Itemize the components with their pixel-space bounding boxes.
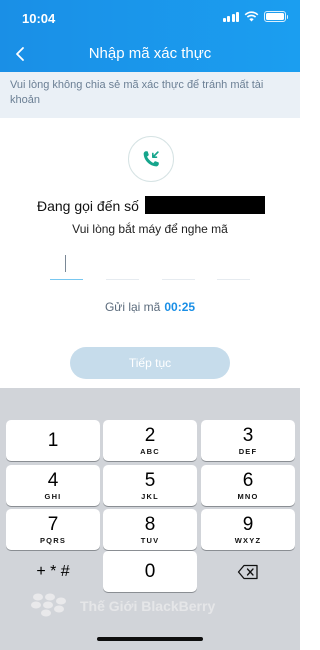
key-digit: 1 [47,429,59,451]
key-1[interactable]: 1 [6,420,100,461]
watermark-text: Thế Giới BlackBerry [80,598,216,614]
nav-bar: Nhập mã xác thực [0,36,300,72]
key-0[interactable]: 0 [103,551,197,592]
security-notice: Vui lòng không chia sẻ mã xác thực để tr… [0,72,300,118]
key-letters: WXYZ [234,535,262,545]
key-digit: 3 [242,424,254,446]
otp-slot-2[interactable] [106,279,139,280]
key-5[interactable]: 5 JKL [103,465,197,506]
resend-countdown: 00:25 [164,300,196,314]
status-bar: 10:04 [0,0,300,36]
key-digit: 8 [144,513,156,535]
blackberry-logo-icon [31,593,66,617]
key-digit: 7 [47,513,59,535]
resend-code: Gửi lại mã 00:25 [0,300,300,314]
backspace-icon [237,564,258,579]
calling-label: Đang gọi đến số [37,198,139,214]
key-digit: 4 [47,469,59,491]
key-digit: 6 [242,469,254,491]
status-icons [222,11,288,22]
key-3[interactable]: 3 DEF [201,420,295,461]
key-digit: 0 [144,560,156,582]
header: 10:04 Nhập mã xác thực [0,0,300,72]
key-digit: 9 [242,513,254,535]
key-letters: MNO [237,491,259,501]
key-2[interactable]: 2 ABC [103,420,197,461]
incoming-call-badge [128,136,174,182]
key-letters: ABC [140,446,160,456]
key-backspace[interactable] [201,551,295,592]
key-letters: TUV [140,535,160,545]
key-9[interactable]: 9 WXYZ [201,509,295,550]
wifi-icon [244,11,259,22]
key-symbols-label: + * # [36,562,70,580]
redacted-phone-number [145,196,265,214]
status-time: 10:04 [22,11,56,26]
otp-slot-4[interactable] [217,279,250,280]
key-letters: JKL [141,491,159,501]
key-symbols[interactable]: + * # [6,551,100,592]
key-letters: PQRS [39,535,67,545]
key-letters: GHI [44,491,62,501]
battery-icon [264,11,288,22]
page-title: Nhập mã xác thực [88,45,212,62]
otp-input[interactable] [50,250,250,280]
key-7[interactable]: 7 PQRS [6,509,100,550]
key-digit: 5 [144,469,156,491]
continue-button[interactable]: Tiếp tục [70,347,230,379]
key-digit: 2 [144,424,156,446]
answer-hint: Vui lòng bắt máy để nghe mã [72,222,228,236]
otp-slot-1[interactable] [50,279,83,280]
home-indicator[interactable] [97,637,203,641]
incoming-call-icon [143,151,159,167]
text-cursor [65,255,66,272]
key-8[interactable]: 8 TUV [103,509,197,550]
key-letters: DEF [238,446,258,456]
otp-slot-3[interactable] [162,279,195,280]
key-6[interactable]: 6 MNO [201,465,295,506]
cellular-signal-icon [222,11,239,22]
key-4[interactable]: 4 GHI [6,465,100,506]
resend-label[interactable]: Gửi lại mã [105,300,160,314]
